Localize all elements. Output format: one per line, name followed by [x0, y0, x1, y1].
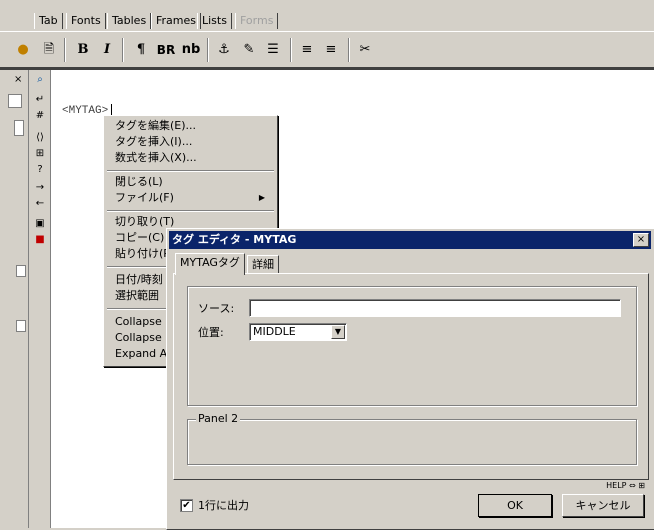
sidebar: ⌕ ↵ # ⟨⟩ ⊞ ? → ← ▣ ■: [30, 70, 51, 528]
toolbar-separator: [64, 38, 66, 62]
submenu-arrow-icon: ▶: [258, 193, 265, 202]
tab-mytag[interactable]: MYTAGタグ: [175, 253, 245, 275]
return-icon[interactable]: ↵: [32, 92, 48, 108]
help-icon[interactable]: ?: [32, 162, 48, 178]
cancel-button[interactable]: キャンセル: [562, 494, 644, 517]
document-icon[interactable]: 🗎: [38, 40, 60, 60]
menu-separator: [107, 210, 274, 212]
menu-item-edit-tag[interactable]: タグを編集(E)...: [115, 118, 196, 134]
menu-item-collapse-2[interactable]: Collapse: [115, 330, 162, 346]
arrow-right-icon[interactable]: →: [32, 180, 48, 196]
search-icon[interactable]: ⌕: [32, 72, 48, 88]
single-line-checkbox[interactable]: ✔: [180, 499, 193, 512]
align-center-icon[interactable]: ≡: [296, 40, 318, 60]
tab-tables[interactable]: Tables: [107, 13, 152, 29]
chevron-down-icon[interactable]: ▼: [331, 325, 345, 339]
screen-icon[interactable]: ▣: [32, 216, 48, 232]
toolbar-separator: [348, 38, 350, 62]
menu-item-expand[interactable]: Expand A: [115, 346, 167, 362]
tab-strip: Tab Fonts Tables Frames Lists Forms: [0, 0, 654, 30]
toolbar: ● 🗎 B I ¶ BR nb ⚓ ✎ ☰ ≡ ≡ ✂: [0, 31, 654, 68]
menu-item-insert-tag[interactable]: タグを挿入(I)...: [115, 134, 192, 150]
close-button[interactable]: ×: [633, 233, 649, 247]
tag-editor-dialog: タグ エディタ - MYTAG × MYTAGタグ 詳細 ソース: 位置: MI…: [166, 228, 654, 530]
br-button[interactable]: BR: [155, 40, 177, 60]
hash-icon[interactable]: #: [32, 108, 48, 124]
scroll-arrow[interactable]: [8, 94, 22, 108]
menu-item-file-label: ファイル(F): [115, 191, 174, 204]
dialog-titlebar[interactable]: タグ エディタ - MYTAG ×: [169, 231, 651, 249]
arrow-left-icon[interactable]: ←: [32, 196, 48, 212]
scroll-thumb[interactable]: [14, 120, 24, 136]
tab-forms[interactable]: Forms: [235, 13, 279, 29]
menu-separator: [107, 170, 274, 172]
position-value: MIDDLE: [253, 325, 296, 338]
menu-item-copy[interactable]: コピー(C): [115, 230, 164, 246]
menu-item-close[interactable]: 閉じる(L): [115, 174, 163, 190]
ok-button[interactable]: OK: [478, 494, 552, 517]
editor-text: <MYTAG>: [62, 105, 109, 117]
hr-icon[interactable]: ☰: [262, 40, 284, 60]
paragraph-button[interactable]: ¶: [130, 40, 152, 60]
toolbar-separator: [122, 38, 124, 62]
color-icon[interactable]: ■: [32, 232, 48, 248]
italic-button[interactable]: I: [96, 40, 118, 60]
panel-1: ソース: 位置: MIDDLE ▼: [187, 286, 637, 406]
menu-item-datetime[interactable]: 日付/時刻: [115, 272, 163, 288]
menu-item-selection[interactable]: 選択範囲: [115, 288, 159, 304]
scroll-thumb[interactable]: [16, 265, 26, 277]
tab-tab[interactable]: Tab: [34, 13, 63, 29]
bold-button[interactable]: B: [72, 40, 94, 60]
source-input[interactable]: [249, 299, 621, 317]
comment-icon[interactable]: ⟨⟩: [32, 130, 48, 146]
toolbar-separator: [207, 38, 209, 62]
single-line-label[interactable]: 1行に出力: [198, 497, 249, 513]
toolbar-separator: [290, 38, 292, 62]
tab-fonts[interactable]: Fonts: [66, 13, 106, 29]
menu-item-insert-formula[interactable]: 数式を挿入(X)...: [115, 150, 197, 166]
source-label: ソース:: [198, 302, 235, 315]
tab-body: ソース: 位置: MIDDLE ▼ Panel 2: [173, 273, 649, 480]
tab-detail[interactable]: 詳細: [247, 255, 279, 274]
nb-button[interactable]: nb: [180, 40, 202, 60]
tab-frames[interactable]: Frames: [151, 13, 202, 29]
tool-icon[interactable]: ✂: [354, 40, 376, 60]
close-icon[interactable]: ×: [14, 74, 22, 85]
scroll-thumb[interactable]: [16, 320, 26, 332]
position-label: 位置:: [198, 326, 224, 339]
link-icon[interactable]: ⊞: [32, 146, 48, 162]
tab-lists[interactable]: Lists: [197, 13, 232, 29]
menu-item-collapse[interactable]: Collapse: [115, 314, 162, 330]
panel-2: Panel 2: [187, 412, 637, 465]
align-right-icon[interactable]: ≡: [320, 40, 342, 60]
dialog-title: タグ エディタ - MYTAG: [172, 233, 297, 246]
menu-item-file[interactable]: ファイル(F) ▶: [115, 190, 270, 206]
left-panel: ×: [0, 70, 29, 528]
help-link[interactable]: HELP ⇔ ⊞: [606, 481, 645, 490]
anchor-icon[interactable]: ⚓: [213, 40, 235, 60]
panel-2-label: Panel 2: [196, 412, 241, 425]
position-select[interactable]: MIDDLE ▼: [249, 323, 347, 341]
bulb-icon[interactable]: ●: [12, 40, 34, 60]
edit-icon[interactable]: ✎: [238, 40, 260, 60]
